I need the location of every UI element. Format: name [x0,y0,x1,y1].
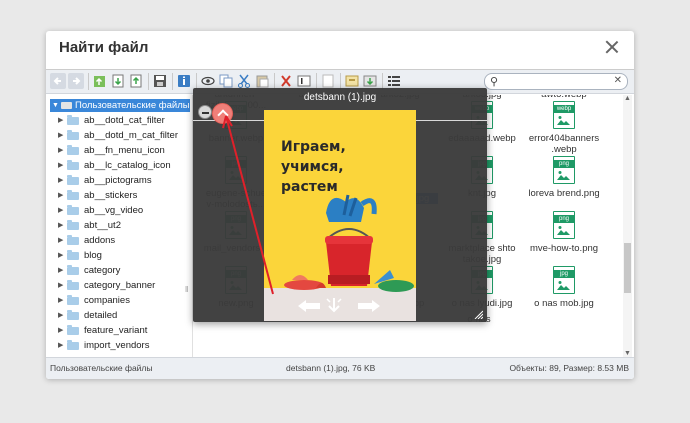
annotation-arrow [222,115,274,295]
